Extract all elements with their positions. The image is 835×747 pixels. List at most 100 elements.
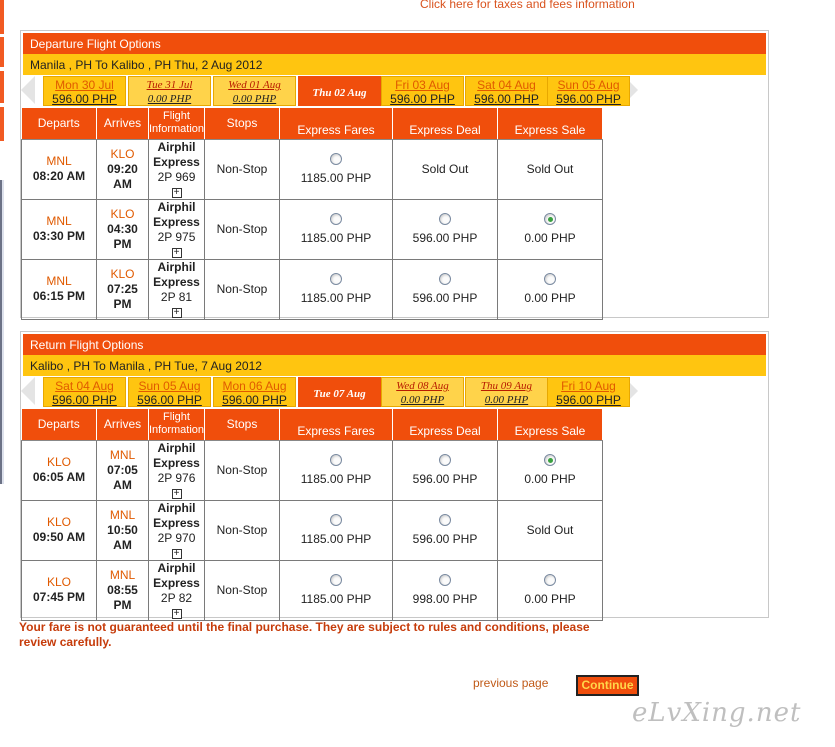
date-tab-day: Fri 03 Aug	[395, 78, 450, 92]
fare-cell[interactable]: 1185.00 PHP	[279, 439, 393, 501]
airline-name: Airphil Express	[153, 440, 200, 470]
continue-button[interactable]: Continue	[576, 675, 639, 696]
fare-price: 1185.00 PHP	[300, 230, 372, 245]
arrival-airport-code: MNL	[109, 567, 136, 582]
date-tab[interactable]: Sun 05 Aug 596.00 PHP	[128, 377, 211, 407]
fare-disclaimer: Your fare is not guaranteed until the fi…	[19, 620, 590, 649]
departure-airport-code: KLO	[46, 515, 71, 529]
prev-dates-arrow-icon[interactable]	[21, 377, 35, 405]
date-tab[interactable]: Sun 05 Aug 596.00 PHP	[547, 76, 630, 106]
prev-dates-arrow-icon[interactable]	[21, 76, 35, 104]
fare-radio[interactable]	[544, 212, 556, 225]
date-tab-price: 596.00 PHP	[52, 92, 117, 106]
date-tab[interactable]: Tue 31 Jul 0.00 PHP	[128, 76, 211, 106]
flight-info-cell: Airphil Express 2P 82 +	[148, 559, 205, 621]
date-tab-day: Tue 31 Jul	[146, 79, 193, 91]
date-tab: Thu 02 Aug	[298, 76, 392, 106]
date-tab-day: Mon 30 Jul	[55, 78, 114, 92]
fare-cell[interactable]: 596.00 PHP	[392, 258, 498, 320]
fare-price: 0.00 PHP	[524, 591, 576, 606]
fare-cell[interactable]: 0.00 PHP	[497, 439, 603, 501]
fare-radio[interactable]	[330, 272, 342, 285]
left-scroll-strip	[0, 180, 4, 484]
date-tab[interactable]: Mon 30 Jul 596.00 PHP	[43, 76, 126, 106]
departure-time: 09:50 AM	[32, 530, 86, 544]
airline-name: Airphil Express	[153, 259, 200, 289]
date-tab[interactable]: Wed 01 Aug 0.00 PHP	[213, 76, 296, 106]
flight-row: KLO 06:05 AM MNL 07:05 AM Airphil Express 2P …	[21, 439, 603, 501]
col-stops: Stops	[204, 409, 280, 441]
expand-details-icon[interactable]: +	[171, 307, 182, 318]
date-tab[interactable]: Fri 10 Aug 596.00 PHP	[547, 377, 630, 407]
fare-cell[interactable]: 1185.00 PHP	[279, 198, 393, 260]
fare-radio[interactable]	[544, 272, 556, 285]
flight-number: 2P 975	[157, 229, 196, 244]
date-tab: Tue 07 Aug	[298, 377, 392, 407]
date-tab[interactable]: Sat 04 Aug 596.00 PHP	[465, 76, 548, 106]
fare-price: 1185.00 PHP	[300, 290, 372, 305]
fare-cell[interactable]: 1185.00 PHP	[279, 258, 393, 320]
expand-details-icon[interactable]: +	[171, 187, 182, 198]
arrival-time: 10:50 AM	[107, 522, 138, 552]
fare-radio[interactable]	[544, 573, 556, 586]
col-flight-information: Flight Information	[148, 108, 205, 140]
fare-radio[interactable]	[439, 272, 451, 285]
fare-cell[interactable]: 0.00 PHP	[497, 559, 603, 621]
date-tab[interactable]: Fri 03 Aug 596.00 PHP	[381, 76, 464, 106]
fare-radio[interactable]	[439, 453, 451, 466]
return-route: Kalibo , PH To Manila , PH Tue, 7 Aug 20…	[23, 355, 766, 376]
expand-details-icon[interactable]: +	[171, 548, 182, 559]
arrival-time: 09:20 AM	[107, 161, 138, 191]
date-tab[interactable]: Wed 08 Aug 0.00 PHP	[381, 377, 464, 407]
flight-row: MNL 06:15 PM KLO 07:25 PM Airphil Express 2P …	[21, 258, 603, 320]
fare-cell[interactable]: 1185.00 PHP	[279, 138, 393, 200]
fare-radio[interactable]	[330, 212, 342, 225]
date-tab[interactable]: Thu 09 Aug 0.00 PHP	[465, 377, 548, 407]
fare-cell[interactable]: 0.00 PHP	[497, 258, 603, 320]
fare-radio[interactable]	[439, 513, 451, 526]
date-tab-price: 0.00 PHP	[400, 394, 445, 406]
arrival-airport-code: MNL	[109, 507, 136, 522]
fare-radio[interactable]	[544, 453, 556, 466]
date-tab-price: 596.00 PHP	[474, 92, 539, 106]
left-accent	[0, 37, 4, 67]
fare-radio[interactable]	[330, 573, 342, 586]
fare-cell[interactable]: 596.00 PHP	[392, 499, 498, 561]
date-tab-price: 0.00 PHP	[147, 93, 192, 105]
arrives-cell: MNL 08:55 PM	[96, 559, 149, 621]
fare-cell[interactable]: 596.00 PHP	[392, 439, 498, 501]
previous-page-link[interactable]: previous page	[473, 676, 548, 690]
fare-cell[interactable]: 1185.00 PHP	[279, 499, 393, 561]
date-tab-day: Wed 01 Aug	[228, 79, 281, 91]
expand-details-icon[interactable]: +	[171, 488, 182, 499]
fare-radio[interactable]	[439, 212, 451, 225]
taxes-fees-link[interactable]: Click here for taxes and fees informatio…	[420, 0, 635, 11]
expand-details-icon[interactable]: +	[171, 247, 182, 258]
fare-radio[interactable]	[330, 453, 342, 466]
left-accent	[0, 71, 4, 103]
expand-details-icon[interactable]: +	[171, 608, 182, 619]
departure-time: 06:15 PM	[32, 289, 86, 303]
departure-airport-code: KLO	[46, 575, 71, 589]
fare-radio[interactable]	[439, 573, 451, 586]
fare-cell[interactable]: 998.00 PHP	[392, 559, 498, 621]
fare-cell[interactable]: 596.00 PHP	[392, 198, 498, 260]
fare-radio[interactable]	[330, 513, 342, 526]
date-tab[interactable]: Mon 06 Aug 596.00 PHP	[213, 377, 296, 407]
airline-name: Airphil Express	[153, 500, 200, 530]
departure-airport-code: KLO	[46, 455, 71, 469]
left-accent	[0, 0, 4, 34]
departs-cell: KLO 07:45 PM	[21, 559, 97, 621]
date-tab-price: 596.00 PHP	[222, 393, 287, 407]
departs-cell: MNL 06:15 PM	[21, 258, 97, 320]
flight-info-cell: Airphil Express 2P 969 +	[148, 138, 205, 200]
date-tab-price: 0.00 PHP	[232, 93, 277, 105]
fare-cell[interactable]: 0.00 PHP	[497, 198, 603, 260]
col-departs: Departs	[21, 108, 97, 140]
fare-cell[interactable]: 1185.00 PHP	[279, 559, 393, 621]
date-tab[interactable]: Sat 04 Aug 596.00 PHP	[43, 377, 126, 407]
flight-info-cell: Airphil Express 2P 975 +	[148, 198, 205, 260]
flight-info-cell: Airphil Express 2P 976 +	[148, 439, 205, 501]
fare-radio[interactable]	[330, 152, 342, 165]
col-express-sale: Express Sale	[497, 409, 603, 441]
